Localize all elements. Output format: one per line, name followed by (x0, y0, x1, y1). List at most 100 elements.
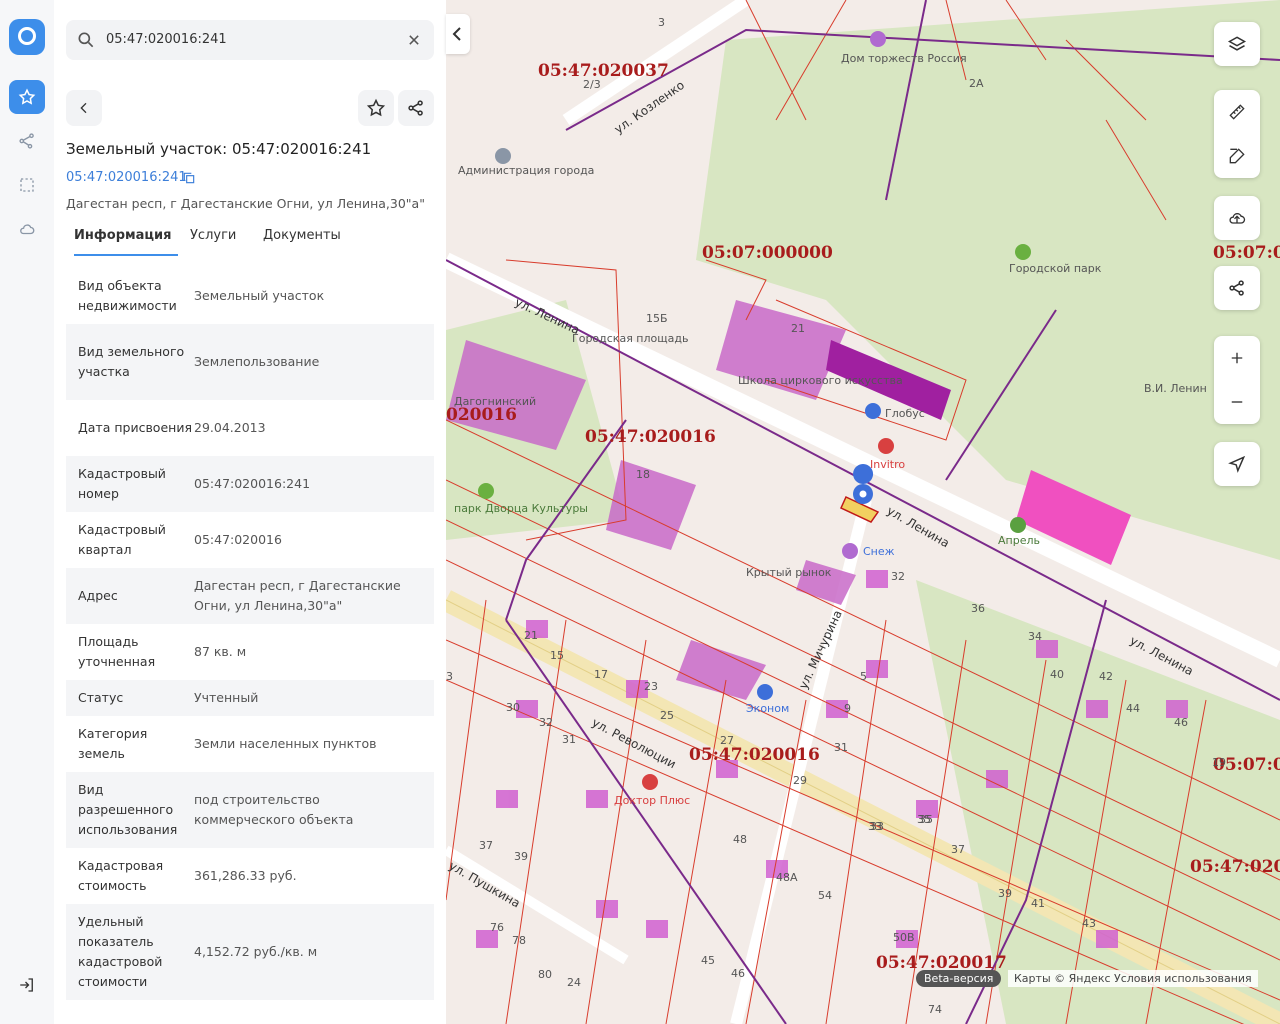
search-icon (76, 30, 96, 54)
route-icon[interactable] (9, 124, 45, 158)
tab-documents[interactable]: Документы (263, 228, 341, 243)
poi-label: В.И. Ленин (1144, 382, 1207, 395)
copy-icon[interactable] (182, 170, 196, 189)
ruler-button[interactable] (1214, 90, 1260, 134)
table-row: Кадастровый квартал 05:47:020016 (66, 512, 434, 568)
house-number: 18 (636, 468, 650, 481)
poi-label: Доктор Плюс (614, 794, 690, 807)
cadastral-number-link[interactable]: 05:47:020016:241 (66, 170, 187, 185)
house-number: 34 (1028, 630, 1042, 643)
cloud-upload-icon (1229, 213, 1246, 224)
tab-services[interactable]: Услуги (190, 228, 236, 243)
poi-label: Эконом (746, 702, 789, 715)
poi-label: Снеж (863, 545, 895, 558)
select-area-icon[interactable] (9, 168, 45, 202)
poi-label: Invitro (870, 458, 905, 471)
house-number: 15 (550, 649, 564, 662)
zoom-out-button[interactable] (1214, 380, 1260, 424)
table-row: Статус Учтенный (66, 680, 434, 716)
house-number: 17 (594, 668, 608, 681)
geolocation-button[interactable] (1214, 442, 1260, 486)
shop-icon (842, 543, 858, 559)
house-number: 35 (919, 813, 933, 826)
house-number: 30 (506, 701, 520, 714)
app-logo-icon[interactable] (9, 19, 45, 55)
zoom-in-button[interactable] (1214, 336, 1260, 380)
share-button[interactable] (398, 90, 434, 126)
poi-label: Городской парк (1009, 262, 1102, 275)
park-icon (1015, 244, 1031, 260)
row-value: Земельный участок (194, 288, 325, 303)
house-number: 31 (834, 741, 848, 754)
row-key: Адрес (78, 588, 118, 603)
plus-icon (1231, 352, 1243, 364)
house-number: 45 (701, 954, 715, 967)
house-number: 80 (538, 968, 552, 981)
house-number: 42 (1099, 670, 1113, 683)
row-value: Учтенный (194, 690, 259, 705)
table-row: Площадь уточненная 87 кв. м (66, 624, 434, 680)
shop-icon (865, 403, 881, 419)
house-number: 39 (998, 887, 1012, 900)
house-number: 48А (776, 871, 798, 884)
house-number: 48 (733, 833, 747, 846)
row-key: Дата присвоения (78, 420, 192, 435)
medical-icon (642, 774, 658, 790)
house-number: 31 (562, 733, 576, 746)
medical-icon (878, 438, 894, 454)
cloud-icon[interactable] (9, 212, 45, 246)
map-share-button[interactable] (1214, 266, 1260, 310)
house-number: 2/3 (583, 78, 601, 91)
house-number: 46 (731, 967, 745, 980)
house-number: 54 (818, 889, 832, 902)
table-row: Удельный показатель кадастровой стоимост… (66, 904, 434, 1000)
upload-button[interactable] (1214, 196, 1260, 240)
row-value: 05:47:020016:241 (194, 476, 311, 491)
house-number: 3 (658, 16, 665, 29)
shop-icon (757, 684, 773, 700)
clear-search-icon[interactable] (404, 30, 424, 54)
house-number: 50В (893, 931, 915, 944)
quarter-label: 05:07:0 (1213, 243, 1280, 263)
house-number: 24 (567, 976, 581, 989)
parcel-address: Дагестан респ, г Дагестанские Огни, ул Л… (66, 196, 425, 211)
favorites-icon[interactable] (9, 80, 45, 114)
quarter-label: 05:47:020 (1190, 857, 1280, 877)
layers-button[interactable] (1214, 22, 1260, 66)
street-label: ул. Ленина (885, 503, 952, 550)
edit-icon (1229, 148, 1245, 164)
nav-rail (0, 0, 55, 1024)
map-attribution[interactable]: Карты © Яндекс Условия использования (1008, 970, 1258, 987)
house-number: 39 (514, 850, 528, 863)
row-key: Кадастровая стоимость (78, 858, 164, 893)
layers-icon (1227, 36, 1247, 51)
beta-badge: Beta-версия (916, 970, 1002, 987)
search-input[interactable]: 05:47:020016:241 (106, 32, 227, 47)
search-bar[interactable]: 05:47:020016:241 (66, 20, 434, 60)
house-number: 23 (644, 680, 658, 693)
back-button[interactable] (66, 90, 102, 126)
row-value: 87 кв. м (194, 644, 247, 659)
favorite-button[interactable] (358, 90, 394, 126)
logout-icon[interactable] (9, 968, 45, 1002)
street-label: ул. Революции (590, 715, 679, 771)
house-number: 37 (951, 843, 965, 856)
row-value: 4,152.72 руб./кв. м (194, 944, 318, 959)
properties-table: Вид объекта недвижимости Земельный участо… (66, 268, 434, 1000)
poi-label: Апрель (998, 534, 1040, 547)
collapse-panel-button[interactable] (446, 14, 470, 54)
government-icon (495, 148, 511, 164)
house-number: 74 (928, 1003, 942, 1016)
house-number: 41 (1031, 897, 1045, 910)
info-panel: 05:47:020016:241 Земельный участок: 05:4… (54, 0, 446, 1024)
tools-group (1214, 90, 1260, 178)
map-canvas[interactable]: 05:47:020037 05:07:000000 05:47:020016 0… (446, 0, 1280, 1024)
cadastral-map[interactable]: 05:47:020037 05:07:000000 05:47:020016 0… (446, 0, 1280, 1024)
table-row: Кадастровый номер 05:47:020016:241 (66, 456, 434, 512)
house-number: 44 (1126, 702, 1140, 715)
house-number: 32 (539, 716, 553, 729)
draw-button[interactable] (1214, 134, 1260, 178)
tab-information[interactable]: Информация (74, 228, 172, 243)
house-number: 29 (793, 774, 807, 787)
house-number: 5 (860, 670, 867, 683)
